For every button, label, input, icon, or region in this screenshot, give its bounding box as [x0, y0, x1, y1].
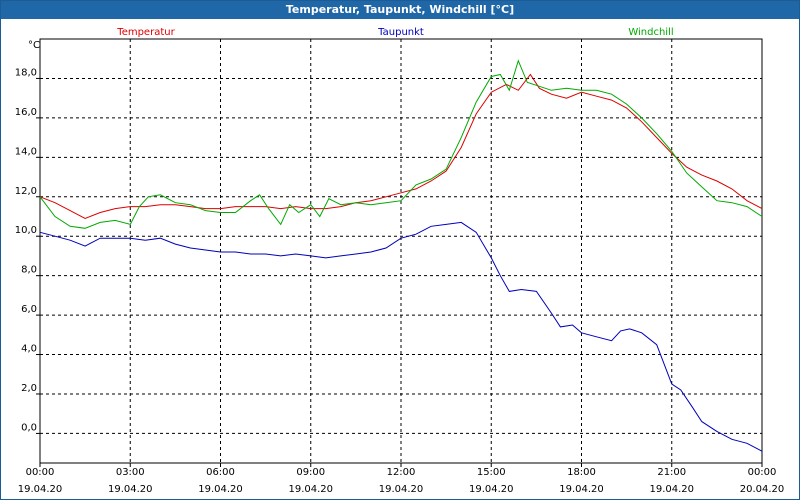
chart-window: Temperatur, Taupunkt, Windchill [°C] 0,0… — [0, 0, 800, 500]
x-tick-time-label: 00:00 — [748, 467, 777, 478]
x-tick-date-label: 19.04.20 — [649, 484, 694, 495]
y-tick-label: 2,0 — [21, 383, 37, 394]
x-tick-time-label: 06:00 — [206, 467, 235, 478]
legend-entry-temperatur: Temperatur — [116, 27, 175, 38]
y-tick-label: 8,0 — [21, 265, 37, 276]
y-tick-label: 16,0 — [15, 107, 37, 118]
line-chart: 0,0 2,0 4,0 6,0 8,0 10,0 12,0 14,0 16,0 18,0 °C 00… — [15, 27, 785, 495]
x-tick-time-label: 12:00 — [387, 467, 416, 478]
x-tick-time-label: 21:00 — [657, 467, 686, 478]
x-tick-date-label: 19.04.20 — [469, 484, 514, 495]
x-tick-time-label: 03:00 — [116, 467, 145, 478]
x-tick-date-label: 20.04.20 — [740, 484, 785, 495]
x-tick-date-label: 19.04.20 — [18, 484, 63, 495]
legend-entry-taupunkt: Taupunkt — [377, 27, 424, 38]
y-tick-label: 4,0 — [21, 344, 37, 355]
y-tick-label: 14,0 — [15, 146, 37, 157]
legend: Temperatur Taupunkt Windchill — [116, 27, 673, 38]
x-tick-time-label: 18:00 — [567, 467, 596, 478]
x-axis: 00:00 19.04.20 03:00 19.04.20 06:00 19.04.20 0… — [18, 463, 785, 495]
y-tick-label: 12,0 — [15, 186, 37, 197]
x-tick-date-label: 19.04.20 — [288, 484, 333, 495]
x-tick-date-label: 19.04.20 — [108, 484, 153, 495]
y-tick-label: 10,0 — [15, 225, 37, 236]
grid-lines — [40, 39, 762, 463]
x-tick-date-label: 19.04.20 — [559, 484, 604, 495]
y-tick-label: 18,0 — [15, 67, 37, 78]
x-tick-time-label: 00:00 — [26, 467, 55, 478]
y-tick-label: 6,0 — [21, 304, 37, 315]
y-axis-unit-label: °C — [28, 40, 40, 51]
x-tick-time-label: 15:00 — [477, 467, 506, 478]
y-tick-label: 0,0 — [21, 422, 37, 433]
legend-entry-windchill: Windchill — [628, 27, 673, 38]
x-tick-date-label: 19.04.20 — [198, 484, 243, 495]
x-tick-date-label: 19.04.20 — [379, 484, 424, 495]
y-axis: 0,0 2,0 4,0 6,0 8,0 10,0 12,0 14,0 16,0 18,0 °C — [15, 40, 40, 434]
window-title: Temperatur, Taupunkt, Windchill [°C] — [1, 1, 799, 19]
x-tick-time-label: 09:00 — [296, 467, 325, 478]
